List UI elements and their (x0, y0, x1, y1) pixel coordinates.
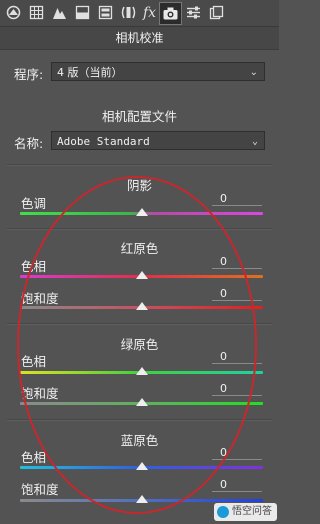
blue-hue-label: 色相 (21, 450, 47, 465)
profile-value: Adobe Standard (57, 135, 150, 148)
name-label: 名称: (14, 136, 44, 151)
panel-title: 相机校准 (0, 27, 279, 50)
mountain-icon[interactable] (50, 3, 69, 22)
watermark-logo-icon (217, 506, 229, 518)
shadows-tint-value[interactable]: 0 (212, 192, 262, 206)
chevron-down-icon: ⌄ (249, 67, 258, 78)
divider (7, 419, 272, 421)
watermark: 悟空问答 (214, 503, 277, 521)
snapshots-icon[interactable] (207, 3, 226, 22)
blue-saturation-label: 饱和度 (21, 482, 59, 497)
green-saturation-value[interactable]: 0 (212, 382, 262, 396)
green-hue-label: 色相 (21, 354, 47, 369)
lens-icon[interactable] (119, 3, 138, 22)
green-hue-value[interactable]: 0 (212, 350, 262, 364)
camera-basic-icon[interactable] (4, 3, 23, 22)
panel-toolbar: fx (0, 0, 279, 27)
chevron-down-icon: ⌄ (251, 136, 258, 147)
green-saturation-label: 饱和度 (21, 386, 59, 401)
red-hue-value[interactable]: 0 (212, 255, 262, 269)
watermark-text: 悟空问答 (232, 506, 272, 517)
blue-saturation-thumb[interactable] (136, 495, 148, 503)
split-toning-icon[interactable] (96, 3, 115, 22)
divider (7, 228, 272, 230)
presets-icon[interactable] (184, 3, 203, 22)
red-hue-label: 色相 (21, 259, 47, 274)
red-saturation-thumb[interactable] (136, 302, 148, 310)
green-saturation-thumb[interactable] (136, 398, 148, 406)
blue-hue-thumb[interactable] (136, 462, 148, 470)
split-panel-icon[interactable] (73, 3, 92, 22)
shadows-tint-label: 色调 (21, 196, 47, 211)
red-hue-thumb[interactable] (136, 271, 148, 279)
red-saturation-value[interactable]: 0 (212, 287, 262, 301)
grid-icon[interactable] (27, 3, 46, 22)
camera-icon[interactable] (159, 2, 182, 25)
process-value: 4 版（当前） (57, 66, 123, 79)
profile-section-title: 相机配置文件 (101, 109, 177, 124)
blue-hue-value[interactable]: 0 (212, 446, 262, 460)
shadows-tint-thumb[interactable] (136, 208, 148, 216)
process-dropdown[interactable]: 4 版（当前） ⌄ (51, 62, 265, 81)
green-hue-thumb[interactable] (136, 367, 148, 375)
divider (7, 164, 272, 166)
red-saturation-label: 饱和度 (21, 291, 59, 306)
blue-saturation-value[interactable]: 0 (212, 478, 262, 492)
profile-dropdown[interactable]: Adobe Standard ⌄ (51, 131, 265, 150)
process-label: 程序: (14, 67, 44, 82)
divider (7, 323, 272, 325)
fx-icon[interactable]: fx (140, 3, 159, 22)
